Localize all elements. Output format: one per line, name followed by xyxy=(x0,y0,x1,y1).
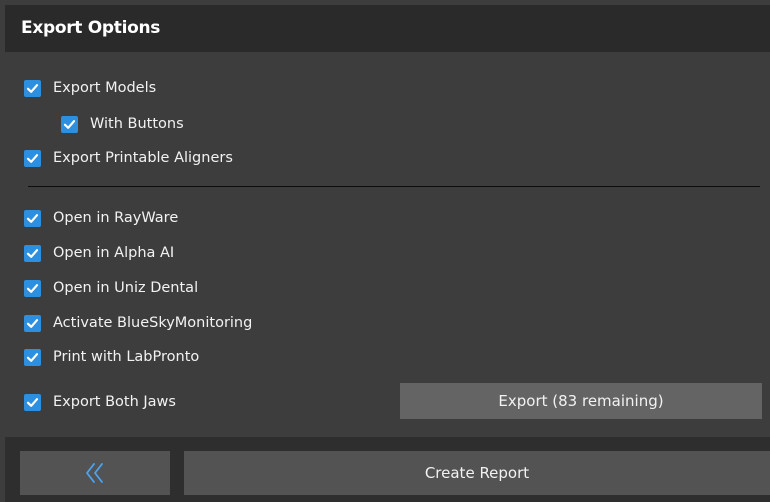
export-button[interactable]: Export (83 remaining) xyxy=(400,383,762,419)
open-in-uniz-dental-label: Open in Uniz Dental xyxy=(53,280,199,296)
print-with-labpronto-label: Print with LabPronto xyxy=(53,349,200,365)
section-divider xyxy=(28,186,760,187)
export-models-label: Export Models xyxy=(53,80,157,96)
checkmark-icon xyxy=(26,283,39,293)
checkmark-icon xyxy=(26,153,39,163)
activate-bluesky-checkbox[interactable] xyxy=(24,314,41,332)
export-printable-aligners-option[interactable]: Export Printable Aligners xyxy=(24,147,233,169)
export-both-jaws-option[interactable]: Export Both Jaws xyxy=(24,391,176,413)
activate-bluesky-option[interactable]: Activate BlueSkyMonitoring xyxy=(24,312,252,334)
with-buttons-label: With Buttons xyxy=(90,116,184,132)
print-with-labpronto-option[interactable]: Print with LabPronto xyxy=(24,346,199,368)
checkmark-icon xyxy=(26,397,39,407)
activate-bluesky-label: Activate BlueSkyMonitoring xyxy=(53,315,253,331)
export-printable-aligners-checkbox[interactable] xyxy=(24,149,41,167)
open-in-alpha-ai-checkbox[interactable] xyxy=(24,244,41,262)
open-in-uniz-dental-option[interactable]: Open in Uniz Dental xyxy=(24,277,198,299)
export-options-panel: Export Options Export Models With Button… xyxy=(0,0,770,502)
open-in-rayware-option[interactable]: Open in RayWare xyxy=(24,207,178,229)
checkmark-icon xyxy=(63,119,76,129)
open-in-alpha-ai-option[interactable]: Open in Alpha AI xyxy=(24,242,174,264)
panel-title: Export Options xyxy=(21,18,161,38)
double-chevron-left-icon xyxy=(86,463,103,483)
checkmark-icon xyxy=(26,213,39,223)
open-in-rayware-checkbox[interactable] xyxy=(24,209,41,227)
open-in-uniz-dental-checkbox[interactable] xyxy=(24,279,41,297)
checkmark-icon xyxy=(26,352,39,362)
export-printable-aligners-label: Export Printable Aligners xyxy=(53,150,233,166)
export-both-jaws-checkbox[interactable] xyxy=(24,393,41,411)
create-report-button[interactable]: Create Report xyxy=(184,451,770,495)
back-button[interactable] xyxy=(20,451,170,495)
open-in-alpha-ai-label: Open in Alpha AI xyxy=(53,245,175,261)
checkmark-icon xyxy=(26,83,39,93)
export-models-checkbox[interactable] xyxy=(24,79,41,97)
open-in-rayware-label: Open in RayWare xyxy=(53,210,179,226)
checkmark-icon xyxy=(26,318,39,328)
checkmark-icon xyxy=(26,248,39,258)
panel-header: Export Options xyxy=(5,5,770,52)
print-with-labpronto-checkbox[interactable] xyxy=(24,348,41,366)
with-buttons-option[interactable]: With Buttons xyxy=(61,113,184,135)
with-buttons-checkbox[interactable] xyxy=(61,115,78,133)
export-both-jaws-label: Export Both Jaws xyxy=(53,394,176,410)
export-models-option[interactable]: Export Models xyxy=(24,77,156,99)
